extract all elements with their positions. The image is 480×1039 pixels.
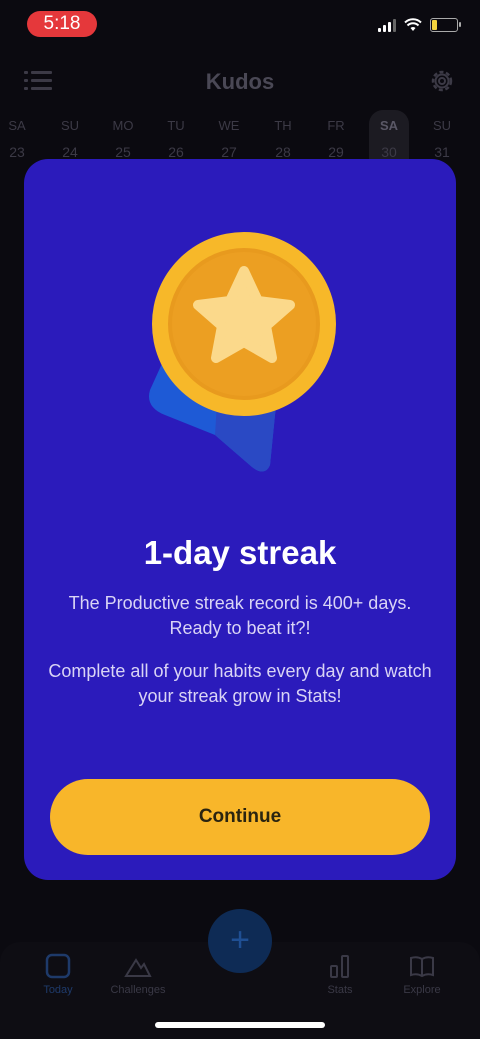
add-habit-button[interactable]: + xyxy=(208,909,272,973)
calendar-day[interactable]: MO 25 xyxy=(103,118,143,160)
today-icon xyxy=(45,953,71,979)
calendar-day[interactable]: WE 27 xyxy=(209,118,249,160)
streak-modal: 1-day streak The Productive streak recor… xyxy=(24,159,456,880)
bar-chart-icon xyxy=(330,955,349,978)
calendar-day[interactable]: SA 23 xyxy=(0,118,37,160)
battery-icon xyxy=(430,18,461,32)
plus-icon: + xyxy=(230,921,250,959)
streak-title: 1-day streak xyxy=(143,534,337,571)
app-header: Kudos xyxy=(0,55,480,110)
star-medal-icon xyxy=(149,232,336,472)
tab-challenges[interactable]: Challenges xyxy=(98,952,178,996)
gear-icon[interactable] xyxy=(428,67,456,95)
home-indicator xyxy=(155,1022,325,1028)
mountain-icon xyxy=(124,958,152,977)
calendar-day[interactable]: SU 31 xyxy=(422,118,462,160)
status-time: 5:18 xyxy=(27,11,97,37)
status-icons xyxy=(378,18,461,32)
page-title: Kudos xyxy=(205,69,275,94)
status-bar: 5:18 xyxy=(0,0,480,50)
tab-stats[interactable]: Stats xyxy=(300,952,380,996)
wifi-icon xyxy=(404,18,422,31)
calendar-day[interactable]: TU 26 xyxy=(156,118,196,160)
tab-today[interactable]: Today xyxy=(18,952,98,996)
continue-button[interactable]: Continue xyxy=(50,779,430,855)
streak-record-message: The Productive streak record is 400+ day… xyxy=(68,593,412,638)
calendar-day[interactable]: TH 28 xyxy=(263,118,303,160)
streak-tip-message: Complete all of your habits every day an… xyxy=(48,661,432,706)
tab-explore[interactable]: Explore xyxy=(382,952,462,996)
calendar-day[interactable]: SU 24 xyxy=(50,118,90,160)
book-icon xyxy=(410,956,434,978)
cellular-signal-icon xyxy=(378,18,396,32)
calendar-day[interactable]: FR 29 xyxy=(316,118,356,160)
